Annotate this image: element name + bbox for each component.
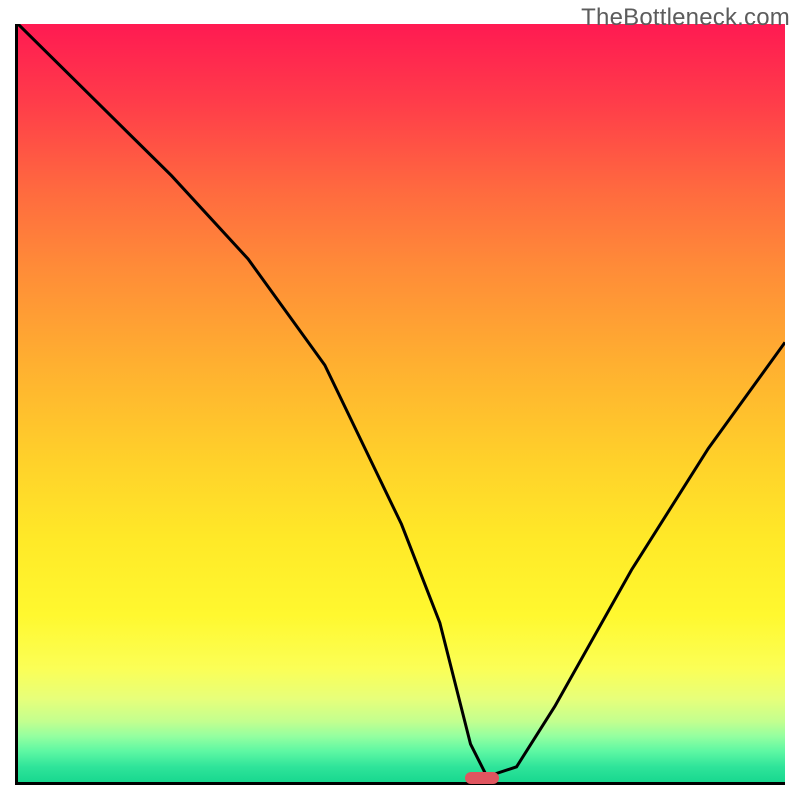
bottleneck-curve [18,24,785,782]
watermark-text: TheBottleneck.com [581,4,790,32]
curve-path [18,24,785,774]
plot-area [15,24,785,785]
chart-container: TheBottleneck.com [0,0,800,800]
optimum-marker [465,772,500,784]
